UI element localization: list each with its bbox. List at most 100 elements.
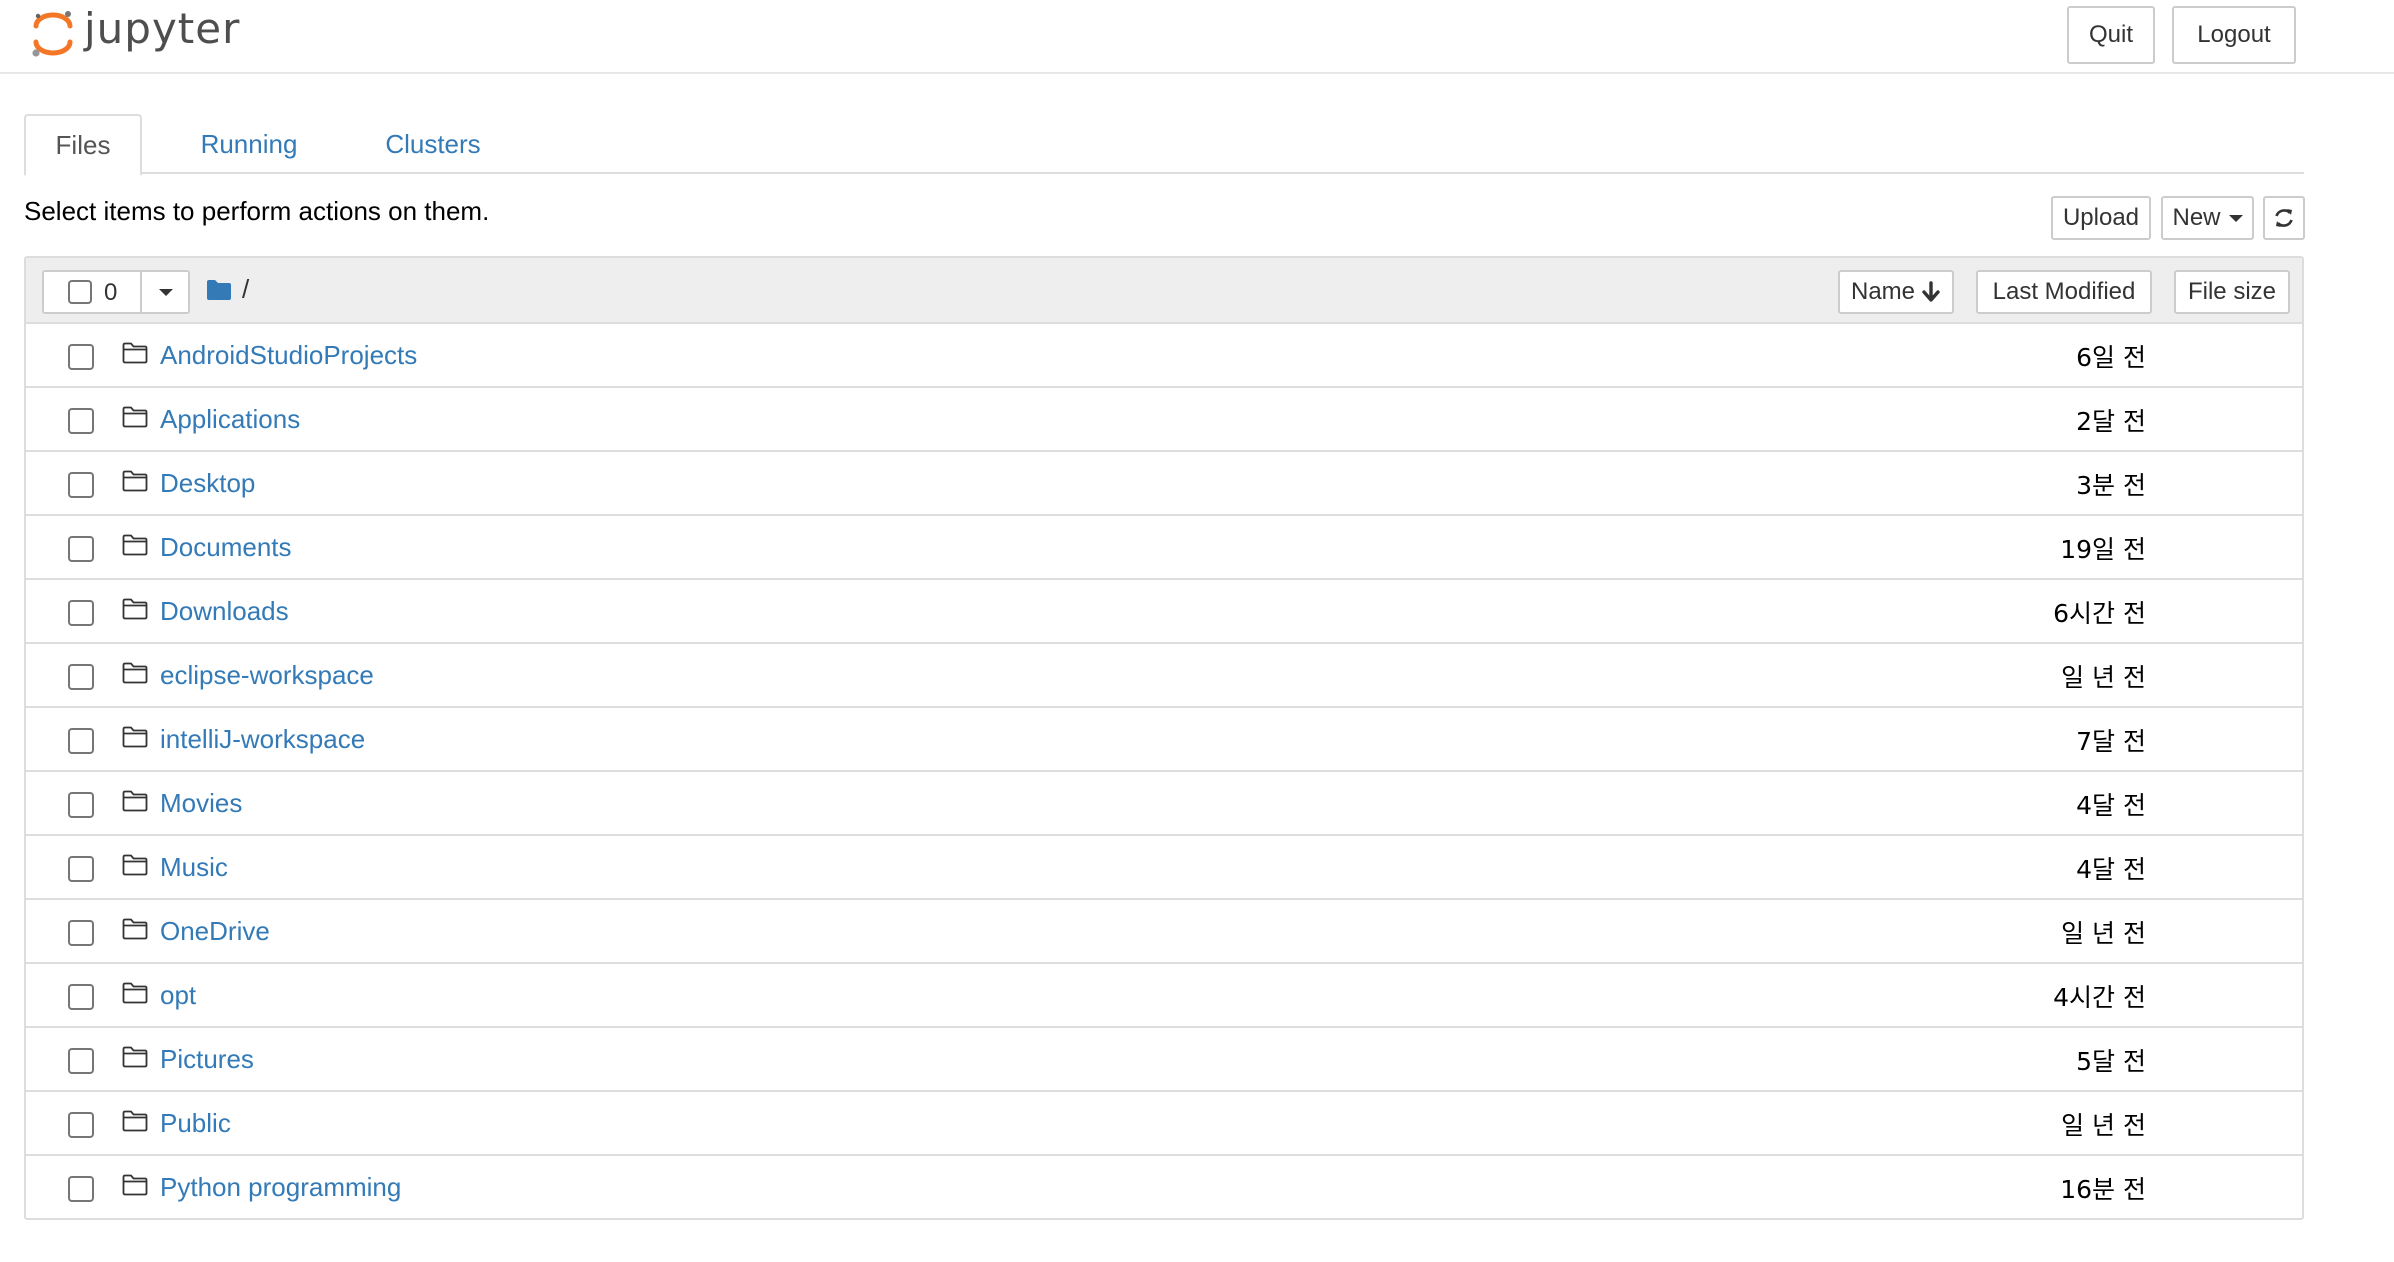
row-checkbox[interactable] (68, 472, 94, 498)
row-checkbox[interactable] (68, 920, 94, 946)
folder-icon (122, 342, 148, 369)
row-checkbox[interactable] (68, 792, 94, 818)
folder-link[interactable]: Music (160, 852, 228, 883)
file-row[interactable]: OneDrive 일 년 전 (26, 900, 2302, 964)
row-checkbox[interactable] (68, 1112, 94, 1138)
folder-link[interactable]: intelliJ-workspace (160, 724, 365, 755)
folder-link[interactable]: Pictures (160, 1044, 254, 1075)
folder-icon (122, 470, 148, 497)
file-row[interactable]: Applications 2달 전 (26, 388, 2302, 452)
row-checkbox[interactable] (68, 536, 94, 562)
file-row[interactable]: intelliJ-workspace 7달 전 (26, 708, 2302, 772)
folder-link[interactable]: Desktop (160, 468, 255, 499)
folder-icon (122, 790, 148, 817)
logout-button[interactable]: Logout (2172, 6, 2296, 64)
tab-clusters[interactable]: Clusters (342, 114, 524, 174)
last-modified: 6시간 전 (2053, 599, 2146, 628)
folder-icon (122, 726, 148, 753)
file-row[interactable]: Desktop 3분 전 (26, 452, 2302, 516)
last-modified: 2달 전 (2076, 407, 2146, 436)
folder-icon (122, 982, 148, 1009)
file-row[interactable]: opt 4시간 전 (26, 964, 2302, 1028)
row-checkbox[interactable] (68, 600, 94, 626)
tab-bar: Files Running Clusters (24, 114, 2304, 176)
selected-count: 0 (104, 279, 118, 306)
row-checkbox[interactable] (68, 856, 94, 882)
folder-link[interactable]: Applications (160, 404, 300, 435)
last-modified: 일 년 전 (2061, 1111, 2146, 1140)
row-checkbox[interactable] (68, 664, 94, 690)
upload-button[interactable]: Upload (2051, 196, 2151, 240)
file-row[interactable]: Pictures 5달 전 (26, 1028, 2302, 1092)
last-modified: 4달 전 (2076, 791, 2146, 820)
file-row[interactable]: Downloads 6시간 전 (26, 580, 2302, 644)
select-all-checkbox[interactable] (68, 280, 92, 304)
caret-down-icon (159, 288, 173, 296)
folder-icon (122, 918, 148, 945)
file-row[interactable]: Music 4달 전 (26, 836, 2302, 900)
folder-icon (122, 854, 148, 881)
folder-link[interactable]: AndroidStudioProjects (160, 340, 417, 371)
row-checkbox[interactable] (68, 1048, 94, 1074)
last-modified: 4달 전 (2076, 855, 2146, 884)
breadcrumb-root[interactable]: / (242, 274, 249, 305)
folder-link[interactable]: eclipse-workspace (160, 660, 374, 691)
tab-running[interactable]: Running (156, 114, 342, 174)
instructions-text: Select items to perform actions on them. (24, 196, 490, 226)
last-modified: 3분 전 (2076, 471, 2146, 500)
folder-icon (122, 1174, 148, 1201)
folder-link[interactable]: Python programming (160, 1172, 401, 1203)
refresh-icon (2275, 209, 2293, 227)
row-checkbox[interactable] (68, 1176, 94, 1202)
caret-down-icon (2228, 214, 2243, 222)
row-checkbox[interactable] (68, 728, 94, 754)
jupyter-logo[interactable]: jupyter (30, 4, 240, 64)
sort-name-label: Name (1850, 278, 1916, 305)
last-modified: 19일 전 (2060, 535, 2146, 564)
file-row[interactable]: Public 일 년 전 (26, 1092, 2302, 1156)
row-checkbox[interactable] (68, 984, 94, 1010)
folder-link[interactable]: Downloads (160, 596, 289, 627)
breadcrumb[interactable]: / (206, 274, 249, 305)
tab-files[interactable]: Files (24, 114, 142, 176)
jupyter-logo-icon (32, 11, 73, 57)
file-row[interactable]: Movies 4달 전 (26, 772, 2302, 836)
last-modified: 4시간 전 (2053, 983, 2146, 1012)
select-group: 0 (42, 270, 190, 314)
new-dropdown-button[interactable]: New (2161, 196, 2254, 240)
file-row[interactable]: AndroidStudioProjects 6일 전 (26, 324, 2302, 388)
sort-by-size-button[interactable]: File size (2174, 270, 2290, 314)
file-row[interactable]: Documents 19일 전 (26, 516, 2302, 580)
folder-link[interactable]: Public (160, 1108, 231, 1139)
last-modified: 6일 전 (2076, 343, 2146, 372)
folder-link[interactable]: OneDrive (160, 916, 270, 947)
sort-by-name-button[interactable]: Name (1838, 270, 1954, 314)
folder-link[interactable]: Movies (160, 788, 242, 819)
folder-icon (122, 662, 148, 689)
folder-icon (122, 534, 148, 561)
refresh-button[interactable] (2263, 196, 2305, 240)
folder-icon (122, 1110, 148, 1137)
top-header: jupyter Quit Logout (0, 0, 2394, 74)
last-modified: 16분 전 (2060, 1175, 2146, 1204)
folder-icon (122, 406, 148, 433)
last-modified: 7달 전 (2076, 727, 2146, 756)
row-checkbox[interactable] (68, 408, 94, 434)
arrow-down-icon (1922, 281, 1940, 302)
folder-link[interactable]: opt (160, 980, 196, 1011)
quit-button[interactable]: Quit (2067, 6, 2155, 64)
last-modified: 5달 전 (2076, 1047, 2146, 1076)
row-checkbox[interactable] (68, 344, 94, 370)
file-row[interactable]: eclipse-workspace 일 년 전 (26, 644, 2302, 708)
jupyter-logo-text: jupyter (84, 3, 241, 53)
last-modified: 일 년 전 (2061, 919, 2146, 948)
sort-by-modified-button[interactable]: Last Modified (1976, 270, 2152, 314)
folder-icon (207, 279, 231, 300)
file-list-header: 0 / Name Last Modified File size (26, 258, 2302, 324)
new-button-label: New (2172, 204, 2221, 231)
folder-link[interactable]: Documents (160, 532, 292, 563)
file-row[interactable]: Python programming 16분 전 (26, 1156, 2302, 1218)
select-dropdown-button[interactable] (140, 272, 190, 312)
folder-icon (122, 598, 148, 625)
last-modified: 일 년 전 (2061, 663, 2146, 692)
